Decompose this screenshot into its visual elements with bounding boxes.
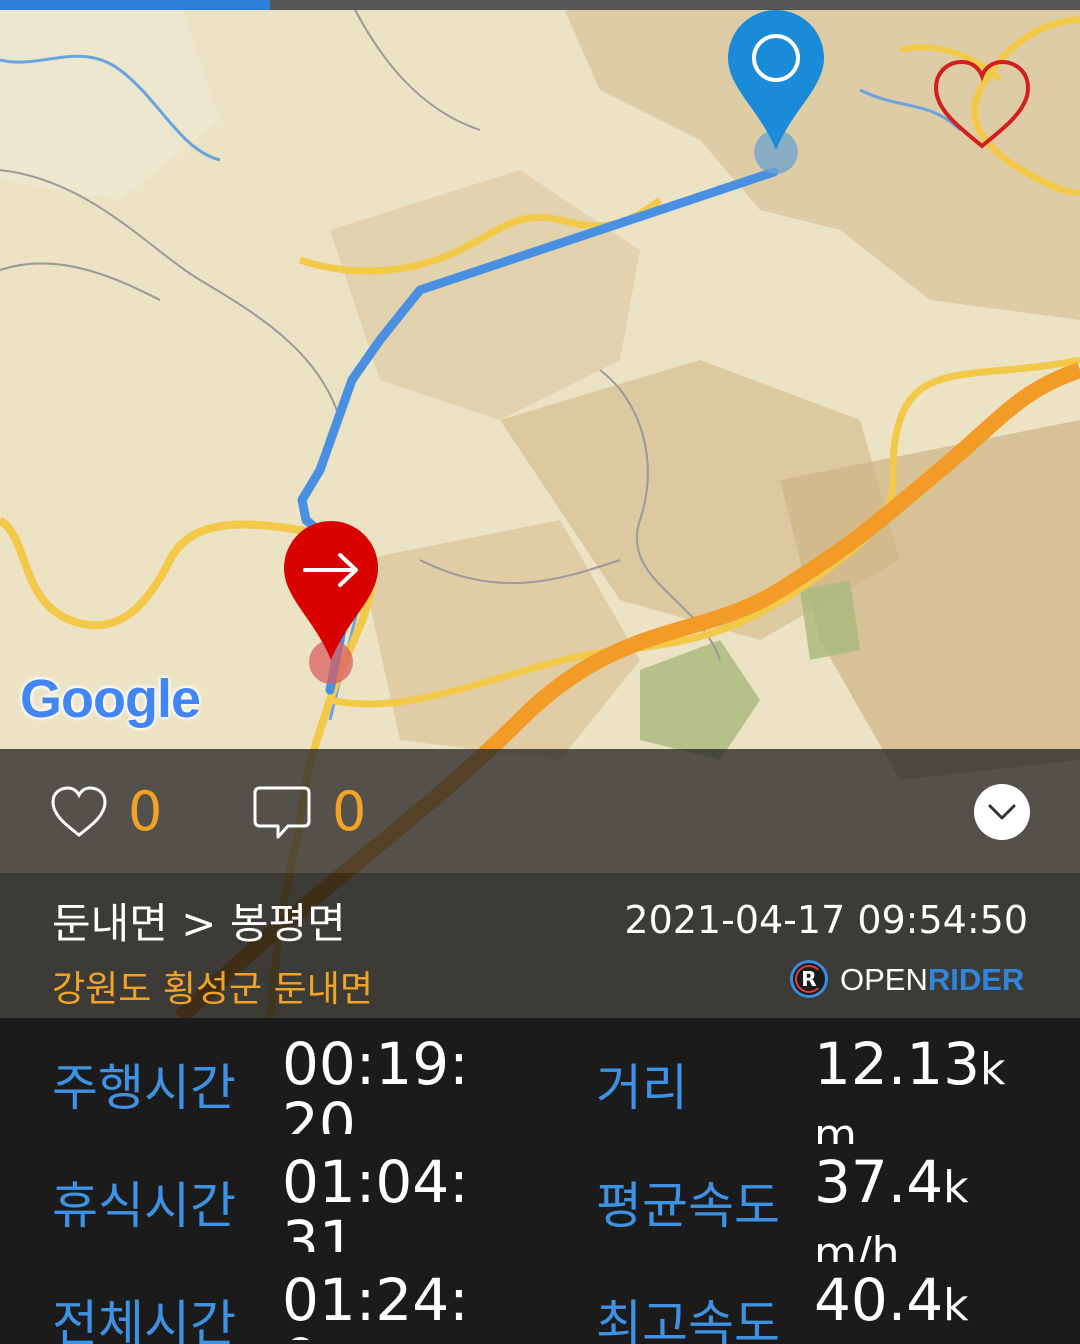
comment-icon[interactable] <box>252 785 312 841</box>
rest-time-value: 01:04:31 <box>282 1152 469 1252</box>
comment-count: 0 <box>332 780 367 843</box>
avg-speed-label: 평균속도 <box>596 1177 780 1235</box>
route-datetime: 2021-04-17 09:54:50 <box>624 898 1028 942</box>
expand-button[interactable] <box>974 784 1030 840</box>
riding-time-value: 00:19:20 <box>282 1034 469 1134</box>
total-time-value: 01:24:0 <box>282 1270 469 1340</box>
max-speed-value: 40.4km/ <box>814 1270 1019 1340</box>
distance-label: 거리 <box>596 1059 688 1117</box>
google-logo: Google <box>20 669 201 729</box>
riding-time-label: 주행시간 <box>52 1059 236 1117</box>
openrider-r-icon: R <box>790 960 828 998</box>
route-title: 둔내면 > 봉평면 <box>52 899 346 948</box>
avg-speed-value: 37.4km/h <box>814 1152 1019 1262</box>
stats-panel: 주행시간 00:19:20 휴식시간 01:04:31 전체시간 01:24:0… <box>0 1018 1080 1344</box>
rest-time-label: 휴식시간 <box>52 1177 236 1235</box>
progress-bar <box>0 0 1080 10</box>
distance-value: 12.13km <box>814 1034 1019 1144</box>
brand-open: OPEN <box>840 962 928 997</box>
like-count: 0 <box>128 780 163 843</box>
total-time-label: 전체시간 <box>52 1295 236 1344</box>
like-heart-icon[interactable] <box>50 785 108 839</box>
openrider-logo: R OPENRIDER <box>790 960 1030 1002</box>
progress-fill <box>0 0 270 10</box>
max-speed-label: 최고속도 <box>596 1295 780 1344</box>
chevron-down-icon <box>988 804 1016 820</box>
brand-rider: RIDER <box>927 962 1025 997</box>
favorite-heart-icon[interactable] <box>930 58 1034 154</box>
route-address: 강원도 횡성군 둔내면 <box>52 969 373 1010</box>
